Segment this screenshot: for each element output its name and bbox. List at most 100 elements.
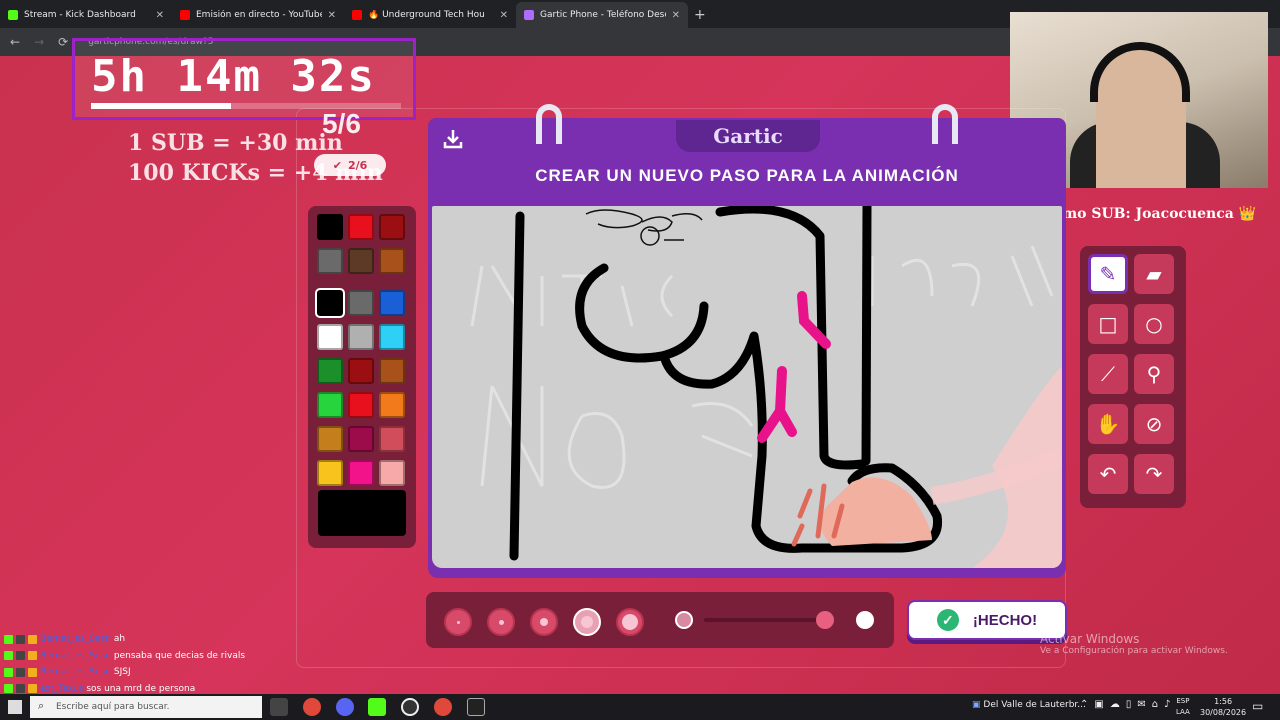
- color-swatch[interactable]: [317, 426, 343, 452]
- color-swatch[interactable]: [379, 426, 405, 452]
- sub-badge-icon: [16, 684, 25, 694]
- eraser-icon[interactable]: ▰: [1134, 254, 1174, 294]
- color-swatch[interactable]: [348, 248, 374, 274]
- redo-icon[interactable]: ↷: [1134, 454, 1174, 494]
- square-icon[interactable]: □: [1088, 304, 1128, 344]
- new-tab-icon[interactable]: +: [694, 2, 706, 28]
- current-color-swatch: [318, 490, 406, 536]
- tab-title: Emisión en directo - YouTube S: [196, 10, 322, 20]
- brush-size-button[interactable]: [487, 608, 515, 636]
- color-swatch[interactable]: [317, 214, 343, 240]
- color-swatch[interactable]: [317, 324, 343, 350]
- now-playing-label: Del Valle de Lauterbr...: [983, 700, 1086, 710]
- circle-icon[interactable]: ○: [1134, 304, 1174, 344]
- back-icon[interactable]: ←: [10, 35, 20, 49]
- chat-username: Bernat_es_Sesn: [40, 667, 111, 677]
- color-swatch[interactable]: [348, 392, 374, 418]
- taskbar-clock[interactable]: 1:56 30/08/2026: [1200, 696, 1246, 718]
- color-swatch[interactable]: [317, 392, 343, 418]
- forward-icon[interactable]: →: [34, 35, 44, 49]
- color-swatch[interactable]: [348, 324, 374, 350]
- browser-tab[interactable]: Emisión en directo - YouTube S ✕: [172, 2, 344, 28]
- keyboard-layout: LAA: [1176, 708, 1190, 716]
- close-tab-icon[interactable]: ✕: [672, 10, 680, 21]
- kick-icon[interactable]: [368, 698, 386, 716]
- sub-badge-icon: [16, 667, 25, 677]
- color-swatch[interactable]: [379, 324, 405, 350]
- crown-badge-icon: [28, 684, 37, 694]
- binder-ring-left: [536, 104, 562, 144]
- color-swatch[interactable]: [317, 460, 343, 486]
- done-button-label: ¡HECHO!: [972, 611, 1038, 629]
- subathon-timer: 5h 14m 32s: [72, 38, 416, 120]
- close-tab-icon[interactable]: ✕: [500, 10, 508, 21]
- close-tab-icon[interactable]: ✕: [156, 10, 164, 21]
- language-indicator[interactable]: ESP LAA: [1176, 696, 1190, 718]
- line-icon[interactable]: ⟋: [1088, 354, 1128, 394]
- clock-time: 1:56: [1214, 697, 1233, 706]
- windows-start-icon[interactable]: [8, 700, 22, 714]
- clear-icon[interactable]: ⊘: [1134, 404, 1174, 444]
- chat-text: pensaba que decias de rivals: [113, 650, 246, 661]
- color-swatch[interactable]: [317, 248, 343, 274]
- browser-tab[interactable]: Gartic Phone - Teléfono Descor ✕: [516, 2, 688, 28]
- color-swatch[interactable]: [348, 426, 374, 452]
- reload-icon[interactable]: ⟳: [58, 35, 68, 49]
- app-icon[interactable]: [467, 698, 485, 716]
- fill-icon[interactable]: ✋: [1088, 404, 1128, 444]
- check-circle-icon: ✔: [332, 158, 342, 172]
- activate-title: Activar Windows: [1040, 632, 1140, 646]
- color-swatch[interactable]: [315, 288, 345, 318]
- browser-tab[interactable]: 🔥 Underground Tech Hou ✕: [344, 2, 516, 28]
- sub-badge-icon: [16, 634, 25, 644]
- color-swatch[interactable]: [379, 460, 405, 486]
- opacity-slider-handle[interactable]: [815, 611, 834, 629]
- color-swatch[interactable]: [348, 214, 374, 240]
- tool-panel: ✎ ▰ □ ○ ⟋ ⚲ ✋ ⊘ ↶ ↷: [1080, 246, 1186, 508]
- players-done-count: 2/6: [347, 158, 368, 172]
- step-title: CREAR UN NUEVO PASO PARA LA ANIMACIÓN: [535, 166, 959, 185]
- download-icon[interactable]: [442, 128, 464, 150]
- color-swatch[interactable]: [317, 358, 343, 384]
- color-swatch[interactable]: [348, 460, 374, 486]
- color-swatch[interactable]: [379, 358, 405, 384]
- discord-icon[interactable]: [336, 698, 354, 716]
- system-tray-icons[interactable]: ⌃▣☁▯✉⌂♪: [1080, 699, 1176, 710]
- notifications-icon[interactable]: ▭: [1252, 699, 1263, 713]
- color-swatch[interactable]: [379, 290, 405, 316]
- chat-message: Bernat_es_Sesn pensaba que decias de riva…: [4, 648, 245, 665]
- obs-icon[interactable]: [401, 698, 419, 716]
- taskbar-search-input[interactable]: ⌕ Escribe aquí para buscar.: [30, 696, 262, 718]
- eyedropper-icon[interactable]: ⚲: [1134, 354, 1174, 394]
- browser-tab[interactable]: Stream - Kick Dashboard ✕: [0, 2, 172, 28]
- brush-size-button[interactable]: [616, 608, 644, 636]
- chrome-profile-icon[interactable]: [434, 698, 452, 716]
- brush-size-button[interactable]: [444, 608, 472, 636]
- check-icon: ✓: [936, 609, 959, 631]
- color-swatch[interactable]: [348, 358, 374, 384]
- task-view-icon[interactable]: [270, 698, 288, 716]
- chrome-icon[interactable]: [303, 698, 321, 716]
- last-sub-label: Ultimo SUB: Joacocuenca 👑: [1033, 206, 1257, 222]
- close-tab-icon[interactable]: ✕: [328, 10, 336, 21]
- opacity-slider[interactable]: [704, 618, 834, 622]
- undo-icon[interactable]: ↶: [1088, 454, 1128, 494]
- color-swatch[interactable]: [348, 290, 374, 316]
- sub-badge-icon: [16, 651, 25, 661]
- brush-size-button[interactable]: [573, 608, 601, 636]
- taskbar-search-placeholder: Escribe aquí para buscar.: [56, 702, 170, 712]
- drawing-canvas[interactable]: [432, 206, 1062, 568]
- chat-message: Bernat_es_Sesn ah: [4, 631, 245, 648]
- color-swatch[interactable]: [379, 214, 405, 240]
- tab-title: Stream - Kick Dashboard: [24, 10, 136, 20]
- chat-username: Bernat_es_Sesn: [40, 650, 111, 661]
- brush-size-button[interactable]: [530, 608, 558, 636]
- color-swatch[interactable]: [379, 248, 405, 274]
- now-playing[interactable]: ▣ Del Valle de Lauterbr...: [972, 700, 1086, 710]
- language-code: ESP: [1176, 697, 1190, 705]
- search-icon: ⌕: [38, 699, 45, 712]
- crown-badge-icon: [28, 667, 37, 677]
- pencil-icon[interactable]: ✎: [1088, 254, 1128, 294]
- chat-username: Bernat_es_Sesn: [40, 634, 111, 644]
- color-swatch[interactable]: [379, 392, 405, 418]
